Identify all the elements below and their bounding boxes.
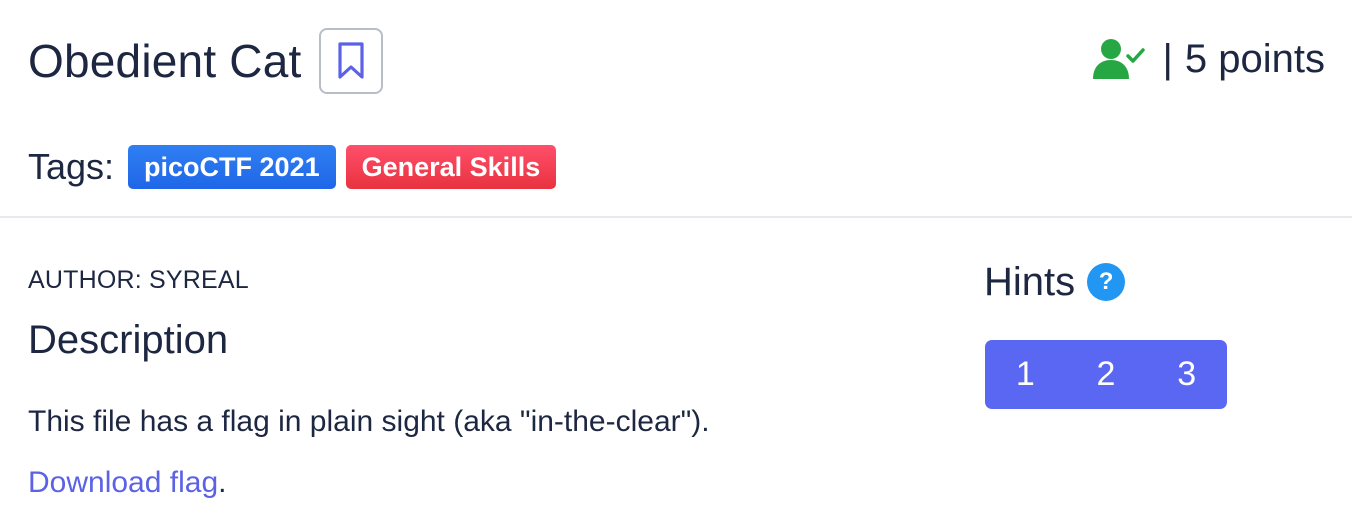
hint-button-3[interactable]: 3 [1146, 340, 1227, 409]
points-area: | 5 points [1092, 34, 1325, 84]
hint-button-2[interactable]: 2 [1066, 340, 1147, 409]
hints-label: Hints [984, 259, 1076, 304]
download-suffix: . [218, 466, 227, 499]
hint-button-group: 1 2 3 [985, 340, 1227, 409]
tag-general-skills[interactable]: General Skills [345, 145, 557, 189]
tag-picoctf-2021[interactable]: picoCTF 2021 [128, 145, 336, 189]
tags-label: Tags: [28, 146, 115, 187]
bookmark-icon [338, 42, 365, 79]
challenge-title: Obedient Cat [28, 35, 302, 87]
points-separator: | [1162, 36, 1173, 81]
description-text: This file has a flag in plain sight (aka… [28, 405, 710, 438]
tags-row: Tags: picoCTF 2021 General Skills [28, 144, 566, 190]
author-label: AUTHOR: SYREAL [28, 266, 249, 294]
bookmark-button[interactable] [319, 28, 384, 94]
title-row: Obedient Cat [28, 26, 384, 96]
download-flag-link[interactable]: Download flag [28, 466, 218, 499]
user-check-icon [1092, 39, 1145, 79]
hints-heading: Hints ? [984, 258, 1126, 306]
description-heading: Description [28, 318, 229, 362]
question-circle-icon[interactable]: ? [1087, 263, 1126, 301]
points-value: 5 points [1184, 36, 1325, 81]
challenge-header: Obedient Cat | 5 points Tags: picoCTF 20… [0, 0, 1352, 218]
hint-button-1[interactable]: 1 [985, 340, 1066, 409]
download-line: Download flag. [28, 466, 226, 500]
